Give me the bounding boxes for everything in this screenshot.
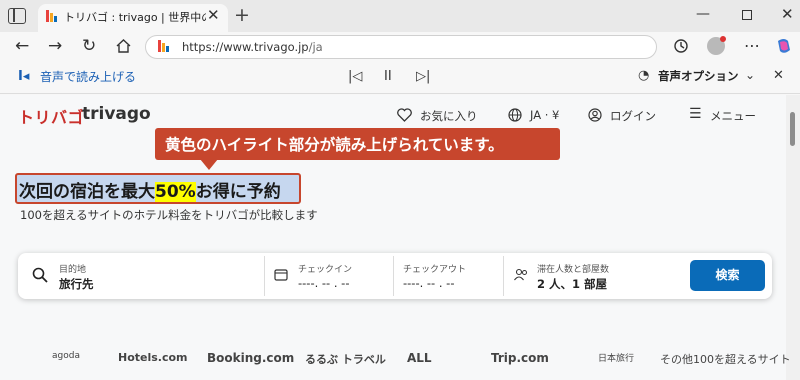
copilot-icon[interactable] xyxy=(775,37,793,55)
tab-close-icon[interactable]: ✕ xyxy=(207,6,220,24)
highlighted-word: 50% xyxy=(155,182,196,202)
pause-icon[interactable]: II xyxy=(384,69,392,84)
locale-selector[interactable]: JA · ¥ xyxy=(530,108,559,122)
page-subtitle: 100を超えるサイトのホテル料金をトリバゴが比較します xyxy=(20,208,318,222)
read-aloud-label[interactable]: 音声で読み上げる xyxy=(40,68,136,85)
next-icon[interactable]: ▷| xyxy=(416,69,430,84)
address-url[interactable]: https://www.trivago.jp/ja xyxy=(182,40,323,54)
logo-english[interactable]: trivago xyxy=(82,104,151,124)
search-button[interactable]: 検索 xyxy=(690,260,765,291)
chevron-down-icon[interactable]: ⌄ xyxy=(745,68,755,82)
partner-logo-rurubu: るるぶ トラベル xyxy=(305,353,386,366)
page-headline: 次回の宿泊を最大50%お得に予約 xyxy=(19,182,281,202)
home-icon[interactable] xyxy=(116,39,131,53)
search-icon xyxy=(32,267,48,283)
trivago-favicon-icon xyxy=(46,10,57,22)
tab-actions-icon[interactable] xyxy=(8,8,26,24)
checkin-label: チェックイン xyxy=(298,265,353,275)
search-form xyxy=(18,253,772,299)
logo-japanese[interactable]: トリバゴ xyxy=(18,104,84,128)
destination-label: 目的地 xyxy=(59,265,87,275)
notification-dot xyxy=(720,36,726,42)
checkin-input[interactable]: ----. -- . -- xyxy=(298,276,349,290)
divider xyxy=(393,256,394,296)
history-icon[interactable] xyxy=(673,38,689,54)
read-aloud-tooltip: 黄色のハイライト部分が読み上げられています。 xyxy=(155,128,560,160)
checkout-input[interactable]: ----. -- . -- xyxy=(403,276,454,290)
menu-icon[interactable]: ☰ xyxy=(689,106,702,122)
more-partners-text: その他100を超えるサイト xyxy=(660,353,791,366)
voice-options-button[interactable]: 音声オプション xyxy=(658,68,739,84)
menu-link[interactable]: メニュー xyxy=(710,108,756,124)
calendar-icon xyxy=(274,269,288,281)
window-close-icon[interactable]: ✕ xyxy=(781,5,794,23)
tab-title: トリバゴ : trivago | 世界中のホテル料 xyxy=(64,11,206,24)
maximize-icon[interactable] xyxy=(742,10,752,20)
previous-icon[interactable]: |◁ xyxy=(348,69,362,84)
partner-logo-trip: Trip.com xyxy=(491,351,549,365)
divider xyxy=(503,256,504,296)
partner-logo-nippon-travel: 日本旅行 xyxy=(598,354,635,364)
voice-options-icon: ◔ xyxy=(638,68,650,83)
login-link[interactable]: ログイン xyxy=(610,108,656,124)
partner-logo-hotels: Hotels.com xyxy=(118,351,188,364)
back-icon[interactable]: ← xyxy=(15,36,29,56)
scrollbar-thumb[interactable] xyxy=(790,112,795,146)
forward-icon[interactable]: → xyxy=(48,36,62,56)
partner-logo-booking: Booking.com xyxy=(207,351,295,365)
heart-icon[interactable] xyxy=(397,108,412,122)
trivago-favicon-icon xyxy=(158,40,169,52)
partner-logo-all: ALL xyxy=(407,351,432,365)
checkout-label: チェックアウト xyxy=(403,265,467,275)
close-read-aloud-icon[interactable]: ✕ xyxy=(773,68,784,83)
refresh-icon[interactable]: ↻ xyxy=(82,36,96,56)
read-aloud-icon: I◂ xyxy=(18,69,30,84)
globe-icon[interactable] xyxy=(508,108,522,122)
tooltip-arrow xyxy=(200,159,218,170)
new-tab-icon[interactable]: + xyxy=(234,4,250,26)
partner-logo-agoda: agoda xyxy=(52,351,80,361)
guests-icon xyxy=(514,268,527,281)
guests-label: 滞在人数と部屋数 xyxy=(537,265,610,275)
guests-input[interactable]: 2 人、1 部屋 xyxy=(537,276,607,292)
user-icon[interactable] xyxy=(588,108,602,122)
minimize-icon[interactable]: — xyxy=(696,6,710,22)
destination-input[interactable]: 旅行先 xyxy=(59,276,94,292)
favorites-link[interactable]: お気に入り xyxy=(420,108,478,124)
more-options-icon[interactable]: ⋯ xyxy=(744,36,760,55)
divider xyxy=(264,256,265,296)
